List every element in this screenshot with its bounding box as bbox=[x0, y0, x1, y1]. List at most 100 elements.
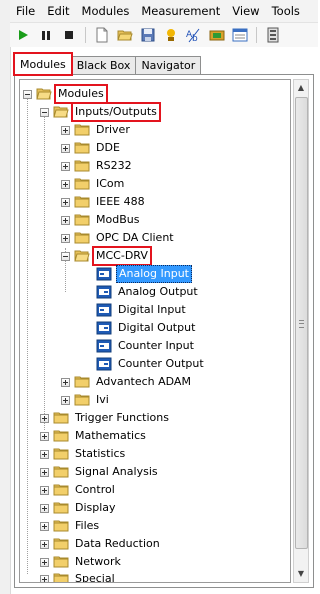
tree-guide-line bbox=[27, 94, 29, 574]
folder-open-icon bbox=[74, 250, 90, 262]
expand-icon[interactable] bbox=[61, 215, 70, 225]
tree-node-dde[interactable]: DDE bbox=[61, 139, 122, 157]
tree-node-counter-output[interactable]: Counter Output bbox=[96, 355, 206, 373]
tree-node-modules[interactable]: Modules bbox=[23, 84, 108, 104]
expand-icon[interactable] bbox=[61, 395, 70, 405]
expand-icon[interactable] bbox=[61, 377, 70, 387]
tree-node-advantech-adam[interactable]: Advantech ADAM bbox=[61, 373, 193, 391]
menu-view[interactable]: View bbox=[226, 0, 265, 22]
tree-label: Control bbox=[75, 483, 115, 496]
tree-node-trigger-functions[interactable]: Trigger Functions bbox=[40, 409, 171, 427]
expand-icon[interactable] bbox=[40, 467, 49, 477]
module-block-icon bbox=[96, 339, 112, 353]
tree-scrollbar[interactable]: ▲ ▼ bbox=[293, 79, 309, 583]
tree-node-rs232[interactable]: RS232 bbox=[61, 157, 134, 175]
menu-measurement[interactable]: Measurement bbox=[135, 0, 226, 22]
tree-node-files[interactable]: Files bbox=[40, 517, 101, 535]
list-icon[interactable] bbox=[231, 26, 249, 44]
tree-label: RS232 bbox=[96, 159, 132, 172]
expand-icon[interactable] bbox=[40, 485, 49, 495]
text-format-icon[interactable]: Ab bbox=[185, 26, 203, 44]
tree-label: Trigger Functions bbox=[75, 411, 169, 424]
collapse-icon[interactable] bbox=[61, 251, 70, 261]
scroll-up-icon[interactable]: ▲ bbox=[294, 80, 308, 96]
expand-icon[interactable] bbox=[40, 539, 49, 549]
expand-icon[interactable] bbox=[40, 503, 49, 513]
expand-icon[interactable] bbox=[40, 557, 49, 567]
expand-icon[interactable] bbox=[40, 449, 49, 459]
expand-icon[interactable] bbox=[40, 574, 49, 582]
folder-icon bbox=[53, 448, 69, 460]
tree-node-mathematics[interactable]: Mathematics bbox=[40, 427, 148, 445]
expand-icon[interactable] bbox=[61, 233, 70, 243]
tree-node-mcc-drv[interactable]: MCC-DRV bbox=[61, 246, 152, 266]
expand-icon[interactable] bbox=[61, 125, 70, 135]
expand-icon[interactable] bbox=[40, 431, 49, 441]
pause-icon[interactable] bbox=[37, 26, 55, 44]
tree-node-ieee488[interactable]: IEEE 488 bbox=[61, 193, 147, 211]
tree-guide-line bbox=[44, 112, 46, 430]
tree-node-statistics[interactable]: Statistics bbox=[40, 445, 127, 463]
new-file-icon[interactable] bbox=[93, 26, 111, 44]
module-icon[interactable] bbox=[208, 26, 226, 44]
tree-node-digital-input[interactable]: Digital Input bbox=[96, 301, 188, 319]
menu-file[interactable]: File bbox=[10, 0, 41, 22]
tree-label: Signal Analysis bbox=[75, 465, 158, 478]
collapse-icon[interactable] bbox=[40, 107, 49, 117]
tree-label: Mathematics bbox=[75, 429, 146, 442]
tree-node-digital-output[interactable]: Digital Output bbox=[96, 319, 197, 337]
tree-label: Digital Output bbox=[118, 321, 196, 334]
play-icon[interactable] bbox=[14, 26, 32, 44]
toolbar: Ab bbox=[10, 23, 318, 47]
tab-navigator[interactable]: Navigator bbox=[135, 56, 202, 75]
folder-icon bbox=[74, 142, 90, 154]
stop-icon[interactable] bbox=[60, 26, 78, 44]
expand-icon[interactable] bbox=[61, 161, 70, 171]
tree-label: MCC-DRV bbox=[92, 246, 152, 266]
menu-tools[interactable]: Tools bbox=[266, 0, 306, 22]
folder-icon bbox=[74, 214, 90, 226]
collapse-icon[interactable] bbox=[23, 89, 32, 99]
scroll-down-icon[interactable]: ▼ bbox=[294, 566, 308, 582]
tree-node-special[interactable]: Special bbox=[40, 570, 117, 582]
expand-icon[interactable] bbox=[40, 413, 49, 423]
folder-icon bbox=[53, 430, 69, 442]
tree-label: Analog Output bbox=[118, 285, 198, 298]
open-folder-icon[interactable] bbox=[116, 26, 134, 44]
expand-icon[interactable] bbox=[40, 521, 49, 531]
tree-node-control[interactable]: Control bbox=[40, 481, 117, 499]
panel-icon[interactable] bbox=[264, 26, 282, 44]
module-block-icon bbox=[96, 321, 112, 335]
wizard-icon[interactable] bbox=[162, 26, 180, 44]
expand-icon[interactable] bbox=[61, 143, 70, 153]
folder-icon bbox=[53, 520, 69, 532]
tab-modules[interactable]: Modules bbox=[13, 52, 73, 76]
tree-node-icom[interactable]: ICom bbox=[61, 175, 126, 193]
tree-label: IEEE 488 bbox=[96, 195, 145, 208]
tree-node-analog-input[interactable]: Analog Input bbox=[96, 265, 192, 283]
menu-edit[interactable]: Edit bbox=[41, 0, 75, 22]
expand-icon[interactable] bbox=[61, 179, 70, 189]
tree-node-inputs-outputs[interactable]: Inputs/Outputs bbox=[40, 102, 161, 122]
tree-node-display[interactable]: Display bbox=[40, 499, 118, 517]
folder-open-icon bbox=[36, 88, 52, 100]
tree-node-opc-da-client[interactable]: OPC DA Client bbox=[61, 229, 176, 247]
panel-tabs: Modules Black Box Navigator bbox=[13, 52, 202, 76]
tree-label: Counter Input bbox=[118, 339, 194, 352]
save-icon[interactable] bbox=[139, 26, 157, 44]
tree-node-counter-input[interactable]: Counter Input bbox=[96, 337, 196, 355]
tree-node-analog-output[interactable]: Analog Output bbox=[96, 283, 200, 301]
tree-node-data-reduction[interactable]: Data Reduction bbox=[40, 535, 162, 553]
tree-node-driver[interactable]: Driver bbox=[61, 121, 132, 139]
tree-node-ivi[interactable]: Ivi bbox=[61, 391, 111, 409]
tab-black-box[interactable]: Black Box bbox=[70, 56, 137, 75]
menu-modules[interactable]: Modules bbox=[76, 0, 136, 22]
tree-node-modbus[interactable]: ModBus bbox=[61, 211, 141, 229]
folder-icon bbox=[53, 573, 69, 582]
tree-node-signal-analysis[interactable]: Signal Analysis bbox=[40, 463, 160, 481]
tree-node-network[interactable]: Network bbox=[40, 553, 123, 571]
folder-icon bbox=[74, 394, 90, 406]
tree-label: Driver bbox=[96, 123, 130, 136]
expand-icon[interactable] bbox=[61, 197, 70, 207]
scrollbar-thumb[interactable] bbox=[295, 97, 308, 549]
